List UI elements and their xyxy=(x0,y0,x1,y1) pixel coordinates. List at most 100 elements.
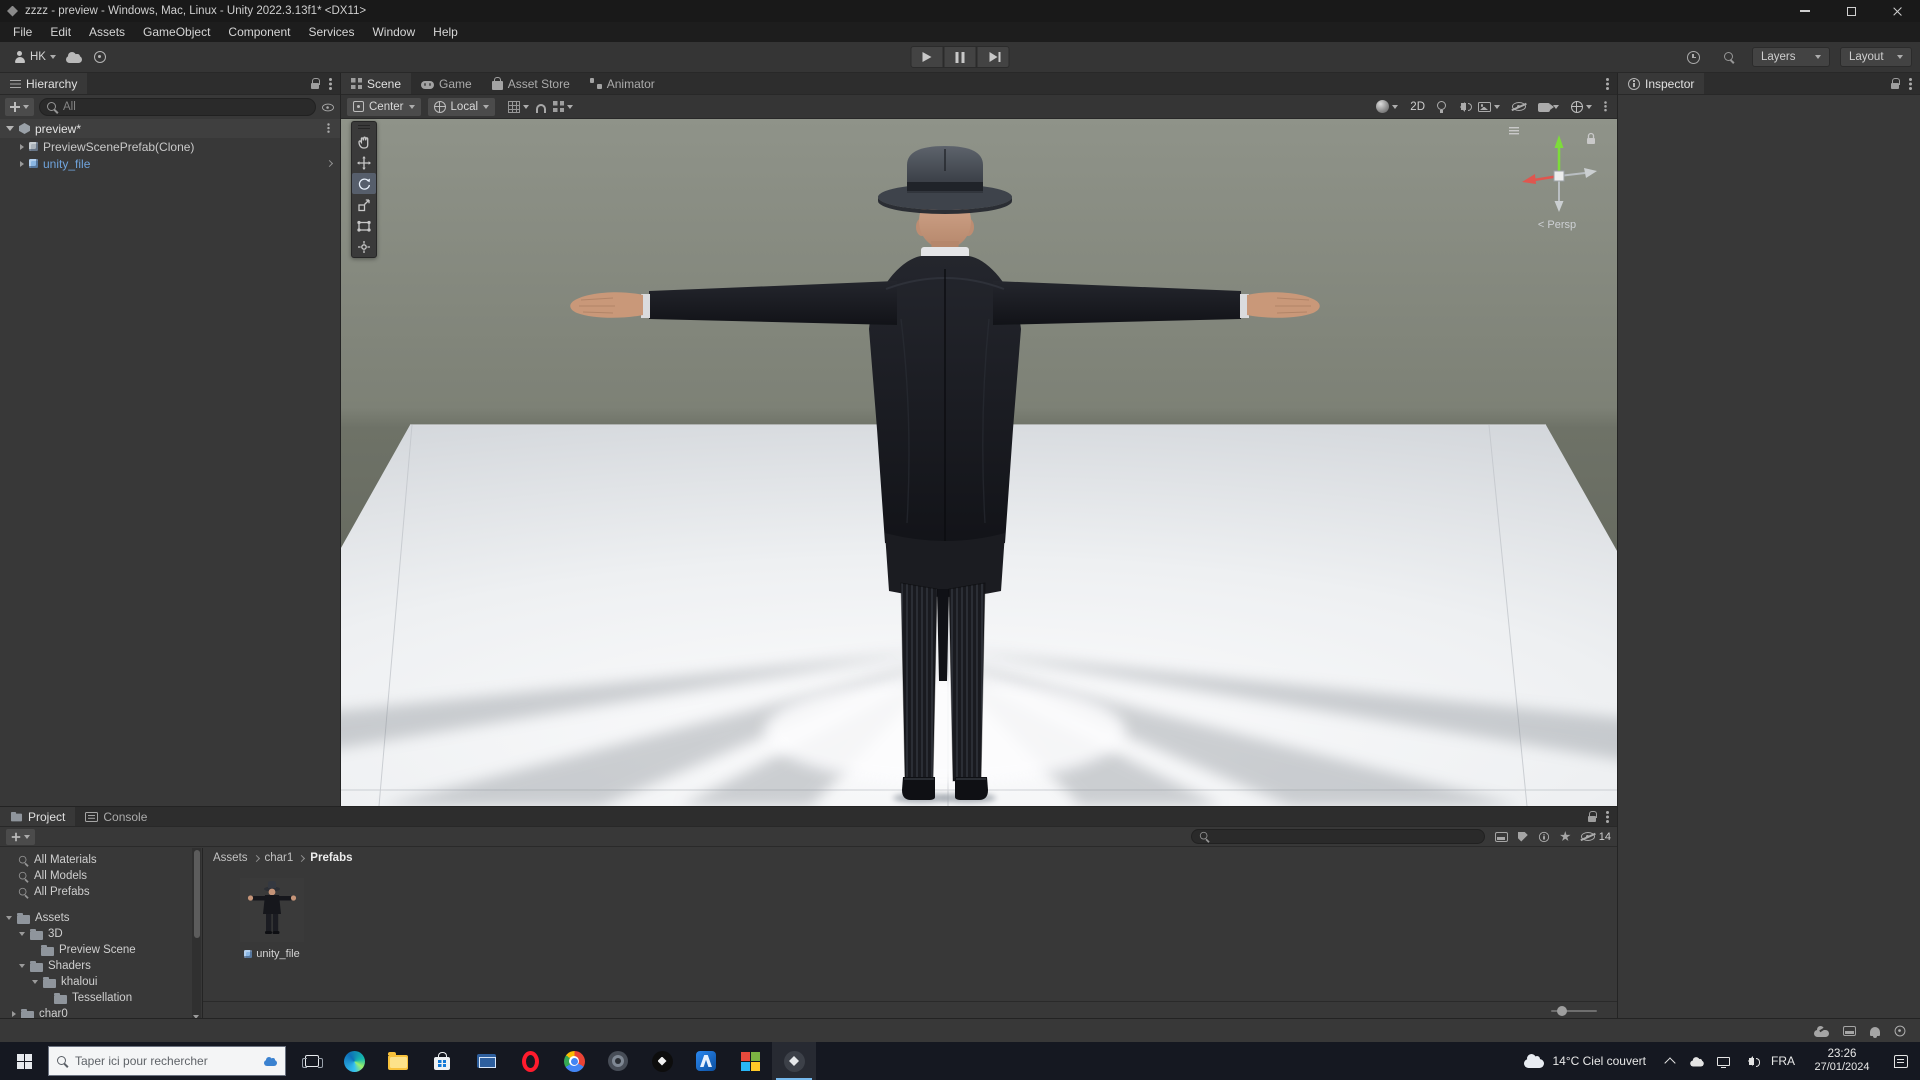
open-prefab-arrow[interactable] xyxy=(325,159,334,168)
panel-menu-icon[interactable] xyxy=(1606,810,1609,814)
open-in-search-icon[interactable] xyxy=(1494,831,1508,842)
panel-menu-icon[interactable] xyxy=(1909,77,1912,81)
folder-tessellation[interactable]: Tessellation xyxy=(0,990,202,1006)
background-progress-icon[interactable] xyxy=(1894,1025,1906,1036)
handle-space-button[interactable]: Local xyxy=(427,97,496,116)
notifications-bell-icon[interactable] xyxy=(1870,1026,1880,1038)
tab-project[interactable]: Project xyxy=(0,807,76,826)
lighting-toggle-icon[interactable] xyxy=(1437,101,1446,113)
taskbar-app-edge[interactable] xyxy=(332,1042,376,1080)
taskbar-app-chrome[interactable] xyxy=(552,1042,596,1080)
expand-closed-icon[interactable] xyxy=(20,160,24,167)
menu-component[interactable]: Component xyxy=(219,22,299,42)
camera-settings-button[interactable] xyxy=(1538,102,1559,112)
gizmos-button[interactable] xyxy=(1571,100,1592,113)
gizmo-menu-icon[interactable] xyxy=(1509,127,1519,135)
taskbar-app-capture[interactable] xyxy=(596,1042,640,1080)
scene-picking-icon[interactable] xyxy=(322,103,334,111)
tab-console[interactable]: Console xyxy=(75,807,157,826)
language-indicator[interactable]: FRA xyxy=(1764,1042,1802,1080)
taskbar-clock[interactable]: 23:26 27/01/2024 xyxy=(1802,1042,1882,1080)
breadcrumb-prefabs[interactable]: Prefabs xyxy=(310,852,352,864)
hidden-items-counter[interactable]: 14 xyxy=(1580,831,1611,843)
lock-icon[interactable] xyxy=(1588,811,1597,823)
start-button[interactable] xyxy=(0,1042,48,1080)
rotate-tool-button[interactable] xyxy=(352,173,376,194)
expand-closed-icon[interactable] xyxy=(20,143,24,150)
cloud-button[interactable] xyxy=(61,46,87,68)
effects-toggle-button[interactable] xyxy=(1478,101,1500,112)
pivot-mode-button[interactable]: Center xyxy=(347,97,421,116)
favorite-all-materials[interactable]: All Materials xyxy=(0,852,202,868)
hierarchy-row-scene[interactable]: preview* xyxy=(0,119,340,138)
scene-toolbar-menu-icon[interactable] xyxy=(1604,100,1607,104)
taskbar-app-grid[interactable] xyxy=(728,1042,772,1080)
scale-tool-button[interactable] xyxy=(352,194,376,215)
folder-assets[interactable]: Assets xyxy=(0,910,202,926)
scrollbar-thumb[interactable] xyxy=(193,850,200,938)
expand-open-icon[interactable] xyxy=(32,980,38,984)
hierarchy-row-previewsceneprefab[interactable]: PreviewScenePrefab(Clone) xyxy=(0,138,340,155)
folder-shaders[interactable]: Shaders xyxy=(0,958,202,974)
project-search[interactable] xyxy=(1190,829,1485,844)
global-search-button[interactable] xyxy=(1716,46,1742,68)
tab-scene[interactable]: Scene xyxy=(341,73,412,94)
lock-icon[interactable] xyxy=(311,78,320,90)
taskbar-search-input[interactable] xyxy=(75,1054,257,1068)
play-button[interactable] xyxy=(910,46,944,68)
tray-network[interactable] xyxy=(1710,1042,1737,1080)
panel-menu-icon[interactable] xyxy=(1606,77,1609,81)
asset-label-row[interactable]: unity_file xyxy=(230,948,314,960)
panel-menu-icon[interactable] xyxy=(329,77,332,81)
menu-assets[interactable]: Assets xyxy=(80,22,134,42)
scene-viewport[interactable]: < Persp xyxy=(341,119,1617,806)
taskbar-app-unity-hub[interactable] xyxy=(640,1042,684,1080)
expand-closed-icon[interactable] xyxy=(12,1011,16,1017)
cloud-offline-icon[interactable] xyxy=(1814,1025,1829,1037)
info-icon[interactable] xyxy=(1538,831,1549,842)
hierarchy-search-input[interactable] xyxy=(63,101,308,113)
project-search-input[interactable] xyxy=(1214,830,1477,843)
2d-toggle-button[interactable]: 2D xyxy=(1410,101,1425,113)
move-tool-button[interactable] xyxy=(352,152,376,173)
favorite-icon[interactable] xyxy=(1559,831,1571,842)
taskbar-app-blue[interactable] xyxy=(684,1042,728,1080)
expand-open-icon[interactable] xyxy=(6,126,14,131)
taskbar-app-mail[interactable] xyxy=(464,1042,508,1080)
transform-tool-button[interactable] xyxy=(352,236,376,257)
weather-widget[interactable]: 14°C Ciel couvert xyxy=(1514,1054,1656,1068)
menu-window[interactable]: Window xyxy=(363,22,424,42)
rect-tool-button[interactable] xyxy=(352,215,376,236)
snap-toggle-button[interactable] xyxy=(536,100,547,113)
account-button[interactable]: HK xyxy=(8,46,61,68)
breadcrumb-assets[interactable]: Assets xyxy=(213,852,248,864)
breadcrumb-char1[interactable]: char1 xyxy=(265,852,294,864)
expand-open-icon[interactable] xyxy=(19,964,25,968)
minimize-button[interactable] xyxy=(1782,0,1828,22)
folder-preview-scene[interactable]: Preview Scene xyxy=(0,942,202,958)
view-tool-button[interactable] xyxy=(352,131,376,152)
create-asset-button[interactable] xyxy=(6,828,35,845)
step-button[interactable] xyxy=(976,46,1010,68)
zoom-slider-knob[interactable] xyxy=(1557,1005,1567,1016)
thumbnail-zoom-slider[interactable] xyxy=(1551,1005,1597,1016)
grid-visibility-button[interactable] xyxy=(508,100,530,113)
taskbar-app-opera[interactable] xyxy=(508,1042,552,1080)
palette-drag-handle[interactable] xyxy=(352,122,376,131)
close-button[interactable] xyxy=(1874,0,1920,22)
action-center-button[interactable] xyxy=(1882,1042,1920,1080)
folder-khaloui[interactable]: khaloui xyxy=(0,974,202,990)
scene-options-icon[interactable] xyxy=(327,122,330,126)
layout-dropdown[interactable]: Layout xyxy=(1840,47,1912,67)
menu-help[interactable]: Help xyxy=(424,22,467,42)
menu-file[interactable]: File xyxy=(4,22,41,42)
folder-3d[interactable]: 3D xyxy=(0,926,202,942)
menu-services[interactable]: Services xyxy=(299,22,363,42)
lock-icon[interactable] xyxy=(1891,78,1900,90)
tab-inspector[interactable]: Inspector xyxy=(1618,73,1705,94)
maximize-button[interactable] xyxy=(1828,0,1874,22)
asset-thumbnail-unity-file[interactable] xyxy=(240,878,304,942)
tab-hierarchy[interactable]: Hierarchy xyxy=(0,73,88,94)
services-button[interactable] xyxy=(87,46,113,68)
tab-game[interactable]: Game xyxy=(411,73,482,94)
